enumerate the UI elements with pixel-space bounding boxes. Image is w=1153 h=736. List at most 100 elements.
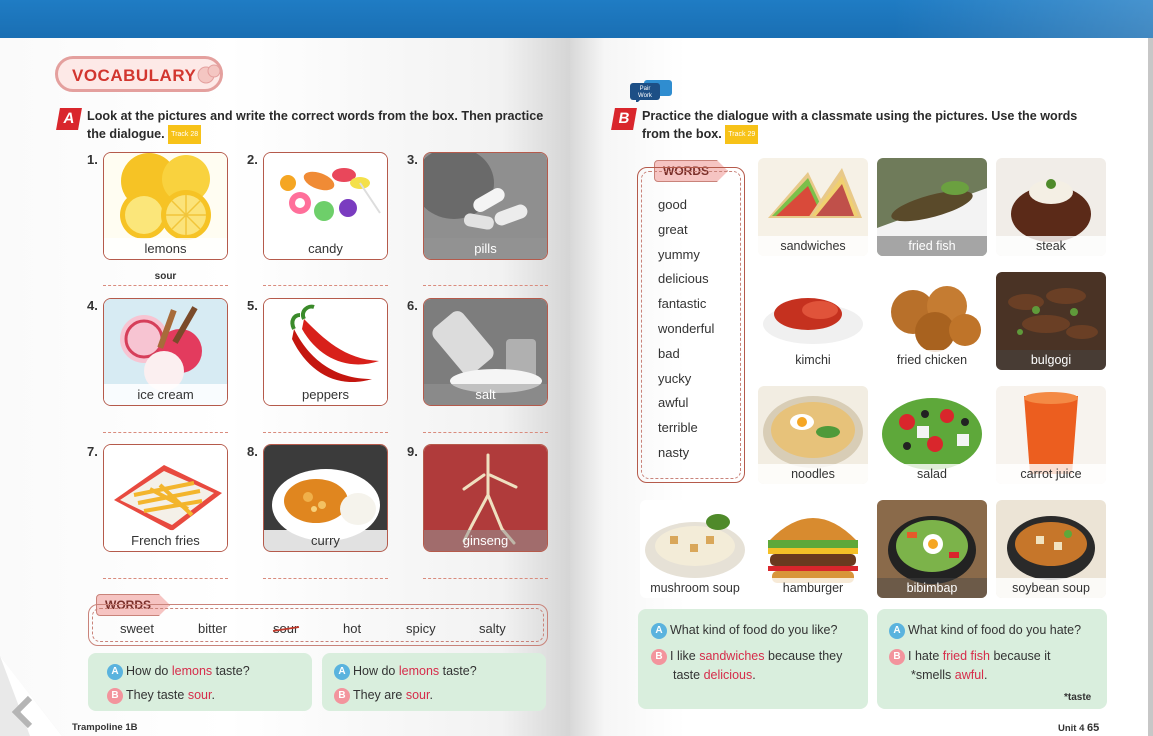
vocabulary-title: VOCABULARY (55, 56, 223, 92)
speaker-b-icon: B (889, 648, 905, 665)
footer-page-number: 65 (1087, 722, 1100, 734)
speaker-b-icon: B (651, 648, 667, 665)
dialogue-2-a-key: lemons (398, 664, 440, 678)
answer-text-1: sour (154, 271, 177, 282)
answer-line-5[interactable] (263, 432, 388, 433)
speaker-a-icon: A (107, 663, 123, 680)
footer-book-title: Trampoline 1B (72, 722, 138, 733)
section-b-badge: B (611, 108, 637, 130)
dialogue-1-b-post: . (211, 688, 215, 702)
picture-card-french-fries: French fries (103, 444, 228, 552)
dialogue-hate-question: What kind of food do you hate? (908, 623, 1082, 637)
picture-label-curry: curry (264, 530, 387, 551)
word-bad: bad (658, 346, 680, 361)
word-good: good (658, 197, 687, 212)
picture-card-ice-cream: ice cream (103, 298, 228, 406)
answer-line-3[interactable] (423, 285, 548, 286)
speaker-b-icon: B (107, 687, 123, 704)
word-spicy: spicy (406, 621, 436, 636)
picture-card-lemons: lemons (103, 152, 228, 260)
dialogue-2-line-a: A How do lemons taste? (334, 662, 477, 680)
dialogue-like-b2-pre: taste (673, 668, 704, 682)
picture-label-ice-cream: ice cream (104, 384, 227, 405)
answer-line-8[interactable] (263, 578, 388, 579)
track-28-badge[interactable]: Track 28 (168, 125, 202, 144)
dialogue-like-line-b2: taste delicious. (673, 666, 756, 684)
dialogue-1-line-a: A How do lemons taste? (107, 662, 250, 680)
food-card-sandwiches: sandwiches (758, 158, 868, 256)
strike-mark-icon (272, 626, 300, 632)
dialogue-2-b-key: sour (405, 688, 430, 702)
speaker-a-icon: A (651, 622, 667, 639)
dialogue-2-b-post: . (429, 688, 433, 702)
footer-unit-label: Unit 4 (1058, 723, 1085, 734)
food-label-soybean-soup: soybean soup (996, 578, 1106, 598)
dialogue-1-a-key: lemons (171, 664, 213, 678)
answer-line-1[interactable] (103, 285, 228, 286)
answer-line-9[interactable] (423, 578, 548, 579)
item-number-6: 6. (407, 298, 418, 313)
vocab-mascot-icon (197, 64, 221, 84)
food-card-kimchi: kimchi (758, 272, 868, 370)
food-card-carrot-juice: carrot juice (996, 386, 1106, 484)
picture-card-peppers: peppers (263, 298, 388, 406)
answer-line-6[interactable] (423, 432, 548, 433)
word-fantastic: fantastic (658, 296, 707, 311)
dialogue-hate-b-pre: I hate (908, 649, 943, 663)
word-hot: hot (343, 621, 362, 636)
dialogue-1-b-pre: They taste (126, 688, 188, 702)
section-b-instruction-line1: Practice the dialogue with a classmate u… (642, 109, 1078, 123)
pair-work-label-1: Pair (640, 86, 651, 92)
dialogue-like-b-key1: sandwiches (699, 649, 765, 663)
section-a-instruction: Look at the pictures and write the corre… (87, 108, 543, 144)
food-card-mushroom-soup: mushroom soup (640, 500, 750, 598)
dialogue-like-b-key2: delicious (703, 668, 753, 682)
food-label-salad: salad (877, 464, 987, 484)
food-card-noodles: noodles (758, 386, 868, 484)
dialogue-hate-b2-pre: *smells (911, 668, 955, 682)
picture-card-curry: curry (263, 444, 388, 552)
food-label-fried-chicken: fried chicken (877, 350, 987, 370)
item-number-4: 4. (87, 298, 98, 313)
top-banner (0, 0, 1153, 38)
answer-line-2[interactable] (263, 285, 388, 286)
footer-unit: Unit 4 65 (1058, 722, 1099, 734)
item-number-1: 1. (87, 152, 98, 167)
section-b-instruction: Practice the dialogue with a classmate u… (642, 108, 1077, 144)
word-nasty: nasty (658, 445, 690, 460)
item-number-3: 3. (407, 152, 418, 167)
answer-line-4[interactable] (103, 432, 228, 433)
section-a-instruction-line1: Look at the pictures and write the corre… (87, 109, 544, 123)
dialogue-hate-line-a: A What kind of food do you hate? (889, 621, 1081, 639)
answer-line-7[interactable] (103, 578, 228, 579)
page-curl-back-button[interactable] (0, 636, 70, 736)
item-number-7: 7. (87, 444, 98, 459)
word-yummy: yummy (658, 247, 700, 262)
food-label-steak: steak (996, 236, 1106, 256)
picture-label-salt: salt (424, 384, 547, 405)
speaker-b-icon: B (334, 687, 350, 704)
word-terrible: terrible (658, 420, 698, 435)
track-29-badge[interactable]: Track 29 (725, 125, 759, 144)
dialogue-hate-b-post: . (983, 668, 988, 682)
picture-card-ginseng: ginseng (423, 444, 548, 552)
section-a-badge: A (56, 108, 82, 130)
word-awful: awful (658, 395, 689, 410)
picture-card-pills: pills (423, 152, 548, 260)
food-label-sandwiches: sandwiches (758, 236, 868, 256)
food-label-mushroom-soup: mushroom soup (640, 578, 750, 598)
food-label-noodles: noodles (758, 464, 868, 484)
food-label-bulgogi: bulgogi (996, 350, 1106, 370)
dialogue-like-line-b: BI like sandwiches because they (651, 647, 842, 665)
food-label-bibimbap: bibimbap (877, 578, 987, 598)
word-wonderful: wonderful (658, 321, 715, 336)
dialogue-like-b-pre: I like (670, 649, 700, 663)
item-number-9: 9. (407, 444, 418, 459)
dialogue-like-line-a: A What kind of food do you like? (651, 621, 837, 639)
food-label-hamburger: hamburger (758, 578, 868, 598)
picture-card-salt: salt (423, 298, 548, 406)
speaker-a-icon: A (334, 663, 350, 680)
food-card-fried-fish: fried fish (877, 158, 987, 256)
food-card-hamburger: hamburger (758, 500, 868, 598)
picture-label-french-fries: French fries (104, 530, 227, 551)
